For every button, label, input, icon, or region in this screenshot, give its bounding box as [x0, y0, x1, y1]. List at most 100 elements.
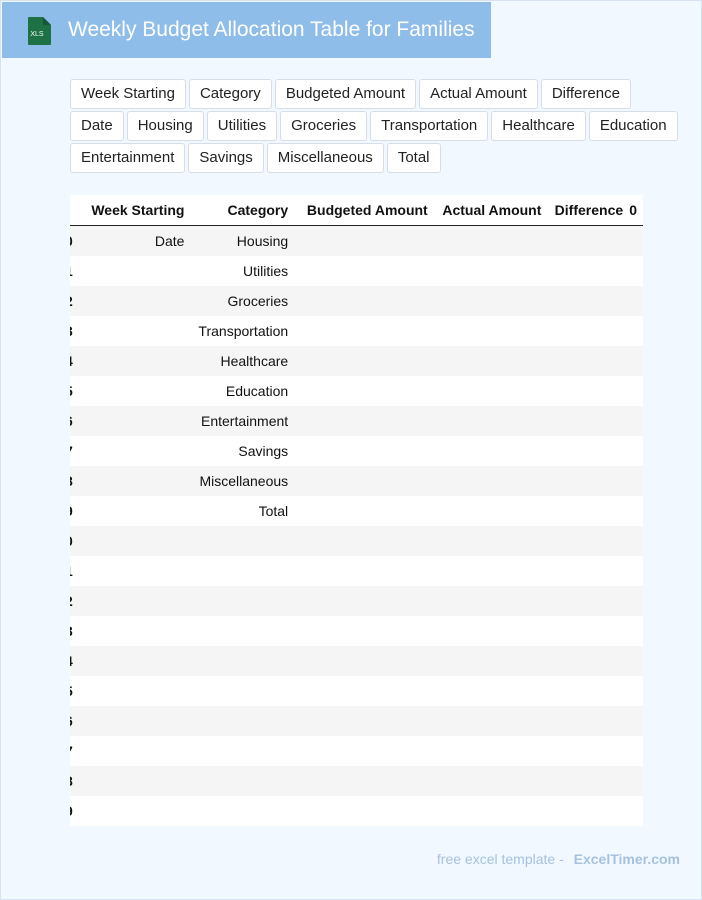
- table-cell: [629, 286, 643, 316]
- table-row: 2 Groceries: [70, 286, 643, 316]
- column-chip[interactable]: Savings: [188, 143, 264, 173]
- table-cell: [434, 436, 548, 466]
- table-cell: [190, 796, 294, 826]
- table-cell: Date: [80, 225, 191, 256]
- column-chip[interactable]: Miscellaneous: [266, 143, 384, 173]
- column-chip[interactable]: Actual Amount: [419, 79, 538, 109]
- row-index: 4: [70, 346, 81, 376]
- row-index-label: 5: [70, 683, 73, 699]
- column-chip[interactable]: Healthcare: [491, 111, 586, 141]
- column-chip[interactable]: Total: [386, 143, 441, 173]
- table-cell: [80, 466, 191, 496]
- row-index: 2: [70, 586, 81, 616]
- table-cell: [294, 225, 434, 256]
- row-index: 2: [70, 286, 81, 316]
- column-chip[interactable]: Entertainment: [70, 143, 186, 173]
- table-cell: [547, 316, 629, 346]
- table-cell: [294, 406, 434, 436]
- table-cell: [547, 766, 630, 796]
- table-cell: [294, 736, 434, 766]
- row-index: 5: [70, 676, 81, 706]
- table-cell: [434, 556, 548, 586]
- column-header: 0: [629, 195, 643, 226]
- table-cell: [81, 676, 191, 706]
- column-chip[interactable]: Transportation: [370, 111, 489, 141]
- table-cell: [547, 406, 630, 436]
- table-row: 3: [70, 616, 643, 646]
- table-row: 7: [70, 736, 643, 766]
- table-cell: [190, 586, 295, 616]
- table-row: 9: [70, 796, 643, 826]
- table-cell: [190, 766, 295, 796]
- table-cell: [434, 616, 548, 646]
- row-index-label: 2: [70, 593, 73, 609]
- table-row: 4: [70, 646, 643, 676]
- table-cell: [629, 496, 643, 526]
- table-cell: [434, 496, 548, 526]
- table-cell: [433, 526, 548, 556]
- column-chip[interactable]: Groceries: [280, 111, 368, 141]
- column-chip[interactable]: Education: [588, 111, 678, 141]
- column-chip[interactable]: Difference: [540, 79, 631, 109]
- table-cell: [294, 556, 434, 586]
- table-cell: [190, 556, 294, 586]
- table-cell: [81, 316, 191, 346]
- table-cell: Savings: [238, 443, 289, 459]
- row-index: 9: [70, 496, 81, 526]
- table-cell: [294, 466, 434, 496]
- table-cell: [294, 766, 434, 796]
- table-row: 6: [70, 706, 643, 736]
- row-index-label: 7: [70, 743, 73, 759]
- table-row: 3 Transportation: [70, 316, 643, 346]
- table-row: 7 Savings: [70, 436, 643, 466]
- column-chip[interactable]: Category: [188, 79, 272, 109]
- row-index: 5: [70, 376, 81, 406]
- table-cell: [434, 256, 548, 286]
- row-index-label: 7: [70, 443, 73, 459]
- footer-brand-link[interactable]: ExcelTimer.com: [574, 851, 680, 867]
- table-row: 8: [70, 766, 643, 796]
- budget-table: Week Starting Category Budgeted Amount Actu…: [70, 195, 643, 826]
- table-cell: [629, 586, 643, 616]
- table-cell: [80, 286, 191, 316]
- table-cell: Transportation: [198, 323, 289, 339]
- table-cell: [629, 225, 643, 256]
- table-cell: [434, 796, 548, 826]
- table-cell: [190, 706, 295, 736]
- column-header: [70, 195, 81, 226]
- table-cell: [80, 526, 191, 556]
- table-cell: [629, 256, 643, 286]
- table-cell: [81, 376, 191, 406]
- column-chip[interactable]: Week Starting: [70, 79, 186, 109]
- table-cell: [190, 616, 294, 646]
- row-index: 9: [70, 796, 81, 826]
- column-chip[interactable]: Housing: [126, 111, 204, 141]
- row-index: 7: [70, 736, 81, 766]
- table-row: 0: [70, 526, 643, 556]
- table-cell: [547, 646, 630, 676]
- table-cell: [433, 346, 548, 376]
- table-cell: [547, 706, 630, 736]
- table-cell: [433, 586, 548, 616]
- table-cell: [294, 256, 434, 286]
- table-cell: [190, 646, 295, 676]
- table-cell: [294, 286, 434, 316]
- table-cell: [547, 225, 630, 256]
- table-cell: Groceries: [190, 286, 295, 316]
- row-index: 6: [70, 406, 81, 436]
- row-index-label: 0: [70, 533, 73, 549]
- table-cell: [433, 466, 548, 496]
- column-header: Category: [190, 195, 295, 226]
- table-cell: [547, 556, 629, 586]
- table-cell: [547, 496, 629, 526]
- table-cell: [81, 736, 191, 766]
- spreadsheet-preview: Week Starting Category Budgeted Amount Actu…: [70, 195, 643, 826]
- row-index-label: 5: [70, 383, 73, 399]
- column-chip[interactable]: Date: [70, 111, 124, 141]
- table-cell: [629, 526, 643, 556]
- column-chips: Week Starting Category Budgeted Amount Actu…: [70, 79, 690, 175]
- column-chip[interactable]: Budgeted Amount: [274, 79, 417, 109]
- column-chip[interactable]: Utilities: [206, 111, 278, 141]
- table-cell: [629, 676, 643, 706]
- table-row: 4 Healthcare: [70, 346, 643, 376]
